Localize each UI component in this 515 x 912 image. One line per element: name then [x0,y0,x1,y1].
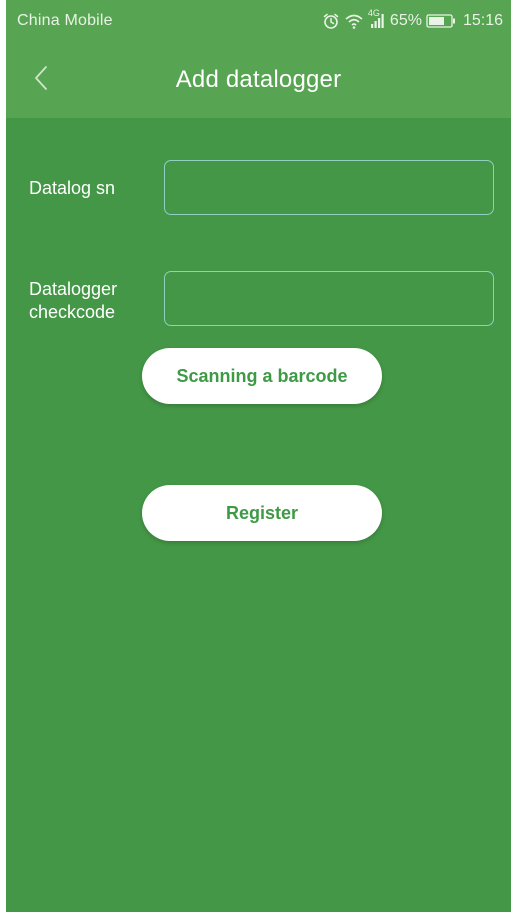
battery-percent: 65% [389,12,422,29]
carrier-name: China Mobile [17,12,113,29]
alarm-icon [322,12,340,30]
datalog-sn-label: Datalog sn [29,178,116,198]
checkcode-input[interactable] [164,271,494,326]
phone-screen: China Mobile 4G 65% 15:16 Add datalogger… [6,0,511,912]
register-button[interactable]: Register [142,485,382,541]
status-icons: 4G 65% 15:16 [322,8,503,32]
checkcode-label-line2: checkcode [29,302,116,322]
scan-barcode-button[interactable]: Scanning a barcode [142,348,382,404]
app-bar: Add datalogger [6,44,511,118]
page-title: Add datalogger [175,66,342,93]
datalog-sn-input[interactable] [164,160,494,215]
signal-icon: 4G [368,8,386,30]
wifi-icon [344,12,364,30]
network-type-label: 4G [367,8,380,18]
checkcode-label-line1: Datalogger [29,279,118,299]
clock: 15:16 [462,12,503,29]
status-bar: China Mobile 4G 65% 15:16 [6,0,511,44]
checkcode-label: Datalogger checkcode [29,278,159,324]
battery-icon [426,14,456,28]
